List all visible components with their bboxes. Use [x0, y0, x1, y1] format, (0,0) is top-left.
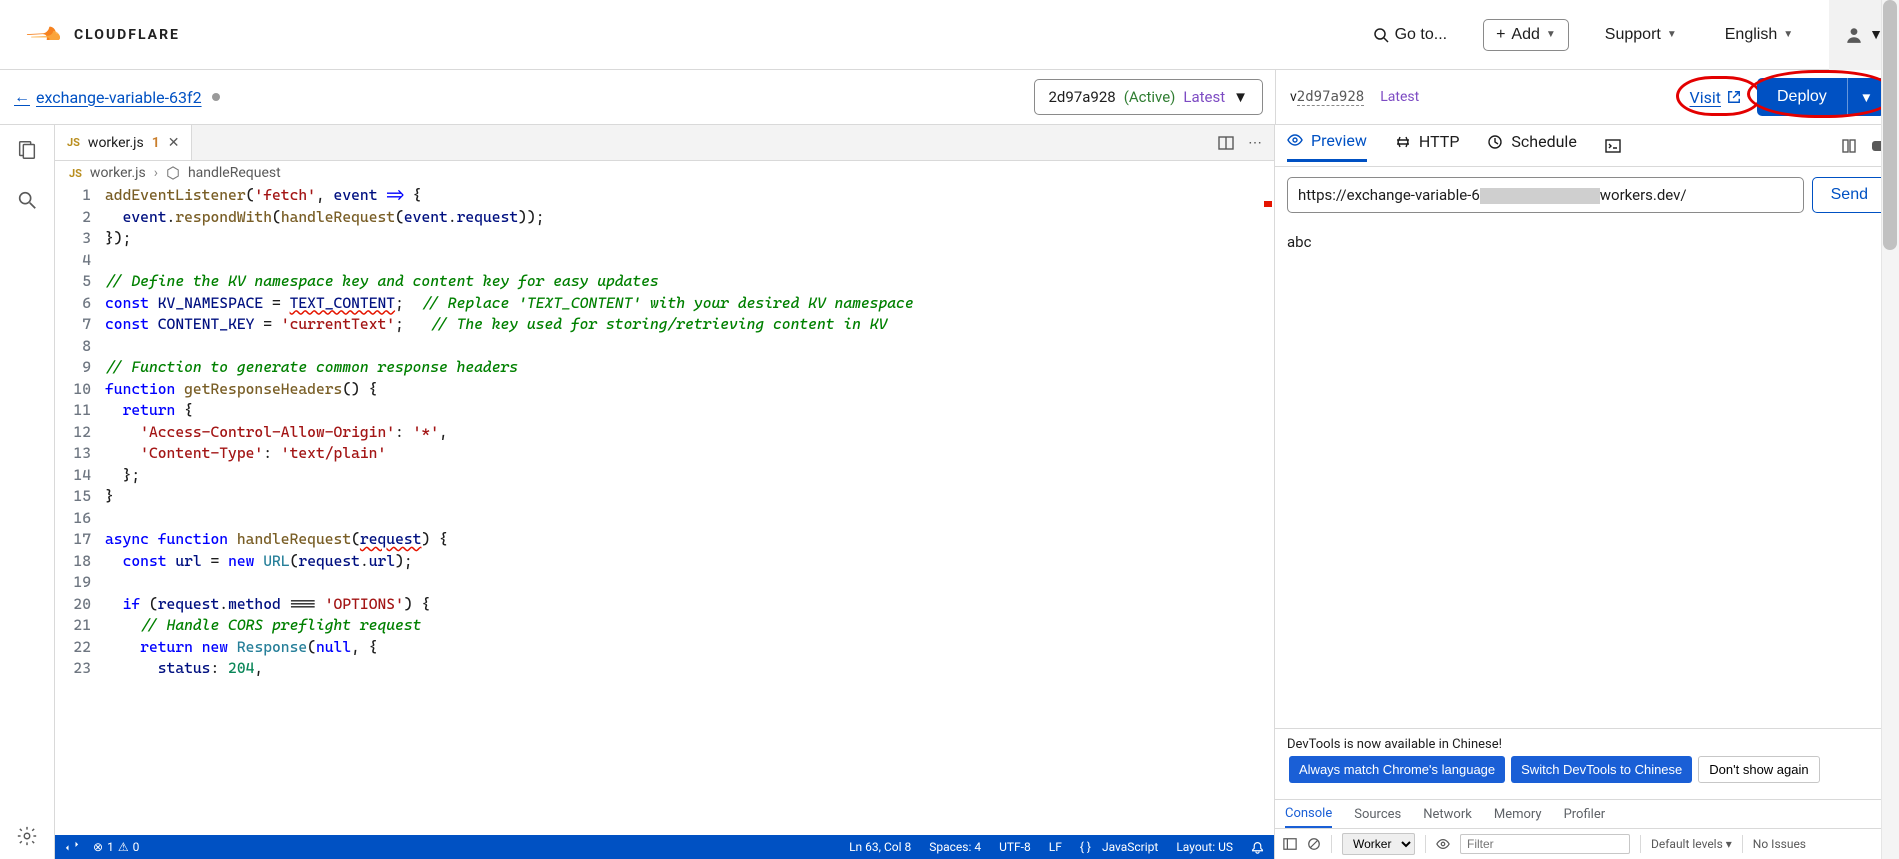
- switch-language-button[interactable]: Switch DevTools to Chinese: [1511, 756, 1692, 783]
- devtools-tabs: Console Sources Network Memory Profiler: [1275, 799, 1899, 829]
- user-icon: [1845, 26, 1863, 44]
- docs-icon[interactable]: [1841, 138, 1857, 154]
- editor-tabs: JS worker.js 1 ✕ ⋯: [55, 125, 1274, 161]
- preview-url-input[interactable]: https://exchange-variable-6workers.dev/: [1287, 177, 1804, 213]
- chevron-down-icon: ▼: [1233, 88, 1248, 106]
- issues-status[interactable]: No Issues: [1753, 837, 1806, 851]
- goto-button[interactable]: Go to...: [1361, 20, 1459, 50]
- url-bar: https://exchange-variable-6workers.dev/ …: [1275, 167, 1899, 223]
- version-selector[interactable]: 2d97a928 (Active) Latest ▼: [1034, 79, 1264, 115]
- layout-status[interactable]: Layout: US: [1176, 840, 1233, 854]
- error-marker: [1264, 201, 1272, 207]
- code-editor[interactable]: 1234567891011121314151617181920212223 ad…: [55, 185, 1274, 835]
- version-label: v2d97a928: [1290, 89, 1364, 105]
- preview-response: abc: [1275, 223, 1899, 728]
- plus-icon: +: [1496, 26, 1505, 44]
- deploy-dropdown[interactable]: ▼: [1847, 78, 1885, 116]
- search-icon: [1373, 27, 1389, 43]
- context-selector[interactable]: Worker: [1342, 833, 1415, 855]
- eol-status[interactable]: LF: [1049, 840, 1062, 854]
- problems-status[interactable]: ⊗1 ⚠0: [93, 840, 139, 854]
- console-toolbar: Worker Default levels ▾ No Issues: [1275, 829, 1899, 859]
- worker-subheader: ← exchange-variable-63f2 2d97a928 (Activ…: [0, 70, 1899, 125]
- remote-indicator[interactable]: [65, 840, 79, 854]
- split-editor-icon[interactable]: [1218, 135, 1234, 151]
- encoding-status[interactable]: UTF-8: [999, 840, 1031, 854]
- eye-icon[interactable]: [1436, 837, 1450, 851]
- arrow-left-icon: ←: [14, 87, 30, 107]
- channel-label: Latest: [1380, 89, 1419, 105]
- external-link-icon: [1727, 90, 1741, 104]
- js-file-icon: JS: [69, 167, 82, 180]
- log-levels[interactable]: Default levels ▾: [1651, 837, 1732, 851]
- app-header: CLOUDFLARE Go to... + Add ▼ Support ▼ En…: [0, 0, 1899, 70]
- preview-pane: Preview HTTP Schedule https://e: [1275, 125, 1899, 859]
- js-file-icon: JS: [67, 136, 80, 149]
- clear-console-icon[interactable]: [1307, 837, 1321, 851]
- indentation-status[interactable]: Spaces: 4: [929, 840, 981, 854]
- warning-icon: ⚠: [118, 840, 129, 854]
- editor-pane: JS worker.js 1 ✕ ⋯ JS worker.js › handle…: [55, 125, 1275, 859]
- deploy-button[interactable]: Deploy: [1757, 78, 1847, 116]
- cloudflare-icon: [20, 23, 60, 47]
- match-language-button[interactable]: Always match Chrome's language: [1289, 756, 1505, 783]
- language-status[interactable]: { } JavaScript: [1080, 840, 1158, 854]
- send-button[interactable]: Send: [1812, 177, 1887, 213]
- add-button[interactable]: + Add ▼: [1483, 19, 1569, 51]
- page-scrollbar[interactable]: [1881, 0, 1899, 859]
- redacted-segment: [1480, 188, 1600, 204]
- devtools-tab-network[interactable]: Network: [1423, 800, 1472, 828]
- gear-icon[interactable]: [16, 825, 38, 847]
- chevron-down-icon: ▼: [1783, 29, 1793, 40]
- tab-schedule[interactable]: Schedule: [1487, 132, 1576, 160]
- terminal-icon[interactable]: [1605, 138, 1621, 154]
- language-dropdown[interactable]: English ▼: [1713, 20, 1805, 50]
- eye-icon: [1287, 132, 1303, 148]
- more-icon[interactable]: ⋯: [1248, 135, 1262, 151]
- http-icon: [1395, 134, 1411, 150]
- clock-icon: [1487, 134, 1503, 150]
- support-dropdown[interactable]: Support ▼: [1593, 20, 1689, 50]
- bell-icon[interactable]: [1251, 840, 1264, 854]
- devtools-tab-profiler[interactable]: Profiler: [1564, 800, 1606, 828]
- devtools-tab-memory[interactable]: Memory: [1494, 800, 1542, 828]
- devtools-tab-console[interactable]: Console: [1285, 800, 1332, 828]
- dismiss-banner-button[interactable]: Don't show again: [1698, 756, 1819, 783]
- chevron-right-icon: ›: [154, 165, 158, 181]
- devtools-panel: DevTools is now available in Chinese! Al…: [1275, 728, 1899, 859]
- status-bar: ⊗1 ⚠0 Ln 63, Col 8 Spaces: 4 UTF-8 LF { …: [55, 835, 1274, 859]
- chevron-down-icon: ▼: [1667, 29, 1677, 40]
- error-icon: ⊗: [93, 840, 103, 854]
- activity-bar: [0, 125, 55, 859]
- chevron-down-icon: ▼: [1546, 29, 1556, 40]
- back-link[interactable]: ← exchange-variable-63f2: [14, 87, 202, 107]
- devtools-tab-sources[interactable]: Sources: [1354, 800, 1401, 828]
- search-icon[interactable]: [16, 189, 38, 211]
- explorer-icon[interactable]: [16, 139, 38, 161]
- unsaved-indicator: [212, 93, 220, 101]
- braces-icon: { }: [1080, 840, 1091, 854]
- devtools-banner: DevTools is now available in Chinese! Al…: [1275, 729, 1899, 799]
- cursor-position[interactable]: Ln 63, Col 8: [849, 840, 911, 854]
- symbol-icon: [166, 166, 180, 180]
- visit-link[interactable]: Visit: [1690, 88, 1741, 107]
- code-body[interactable]: addEventListener('fetch', event => { eve…: [105, 185, 1274, 835]
- tab-worker-js[interactable]: JS worker.js 1 ✕: [55, 125, 192, 160]
- deploy-group: Deploy ▼: [1757, 78, 1885, 116]
- preview-tabs: Preview HTTP Schedule: [1275, 125, 1899, 167]
- breadcrumb[interactable]: JS worker.js › handleRequest: [55, 161, 1274, 185]
- console-filter[interactable]: [1460, 834, 1630, 854]
- tab-preview[interactable]: Preview: [1287, 131, 1367, 162]
- scrollbar-thumb[interactable]: [1883, 0, 1897, 250]
- brand-logo[interactable]: CLOUDFLARE: [20, 23, 180, 47]
- line-gutter: 1234567891011121314151617181920212223: [55, 185, 105, 835]
- tab-http[interactable]: HTTP: [1395, 132, 1460, 160]
- brand-text: CLOUDFLARE: [74, 27, 180, 43]
- chevron-down-icon: ▼: [1860, 90, 1873, 105]
- close-icon[interactable]: ✕: [168, 135, 180, 151]
- sidebar-toggle-icon[interactable]: [1283, 837, 1297, 851]
